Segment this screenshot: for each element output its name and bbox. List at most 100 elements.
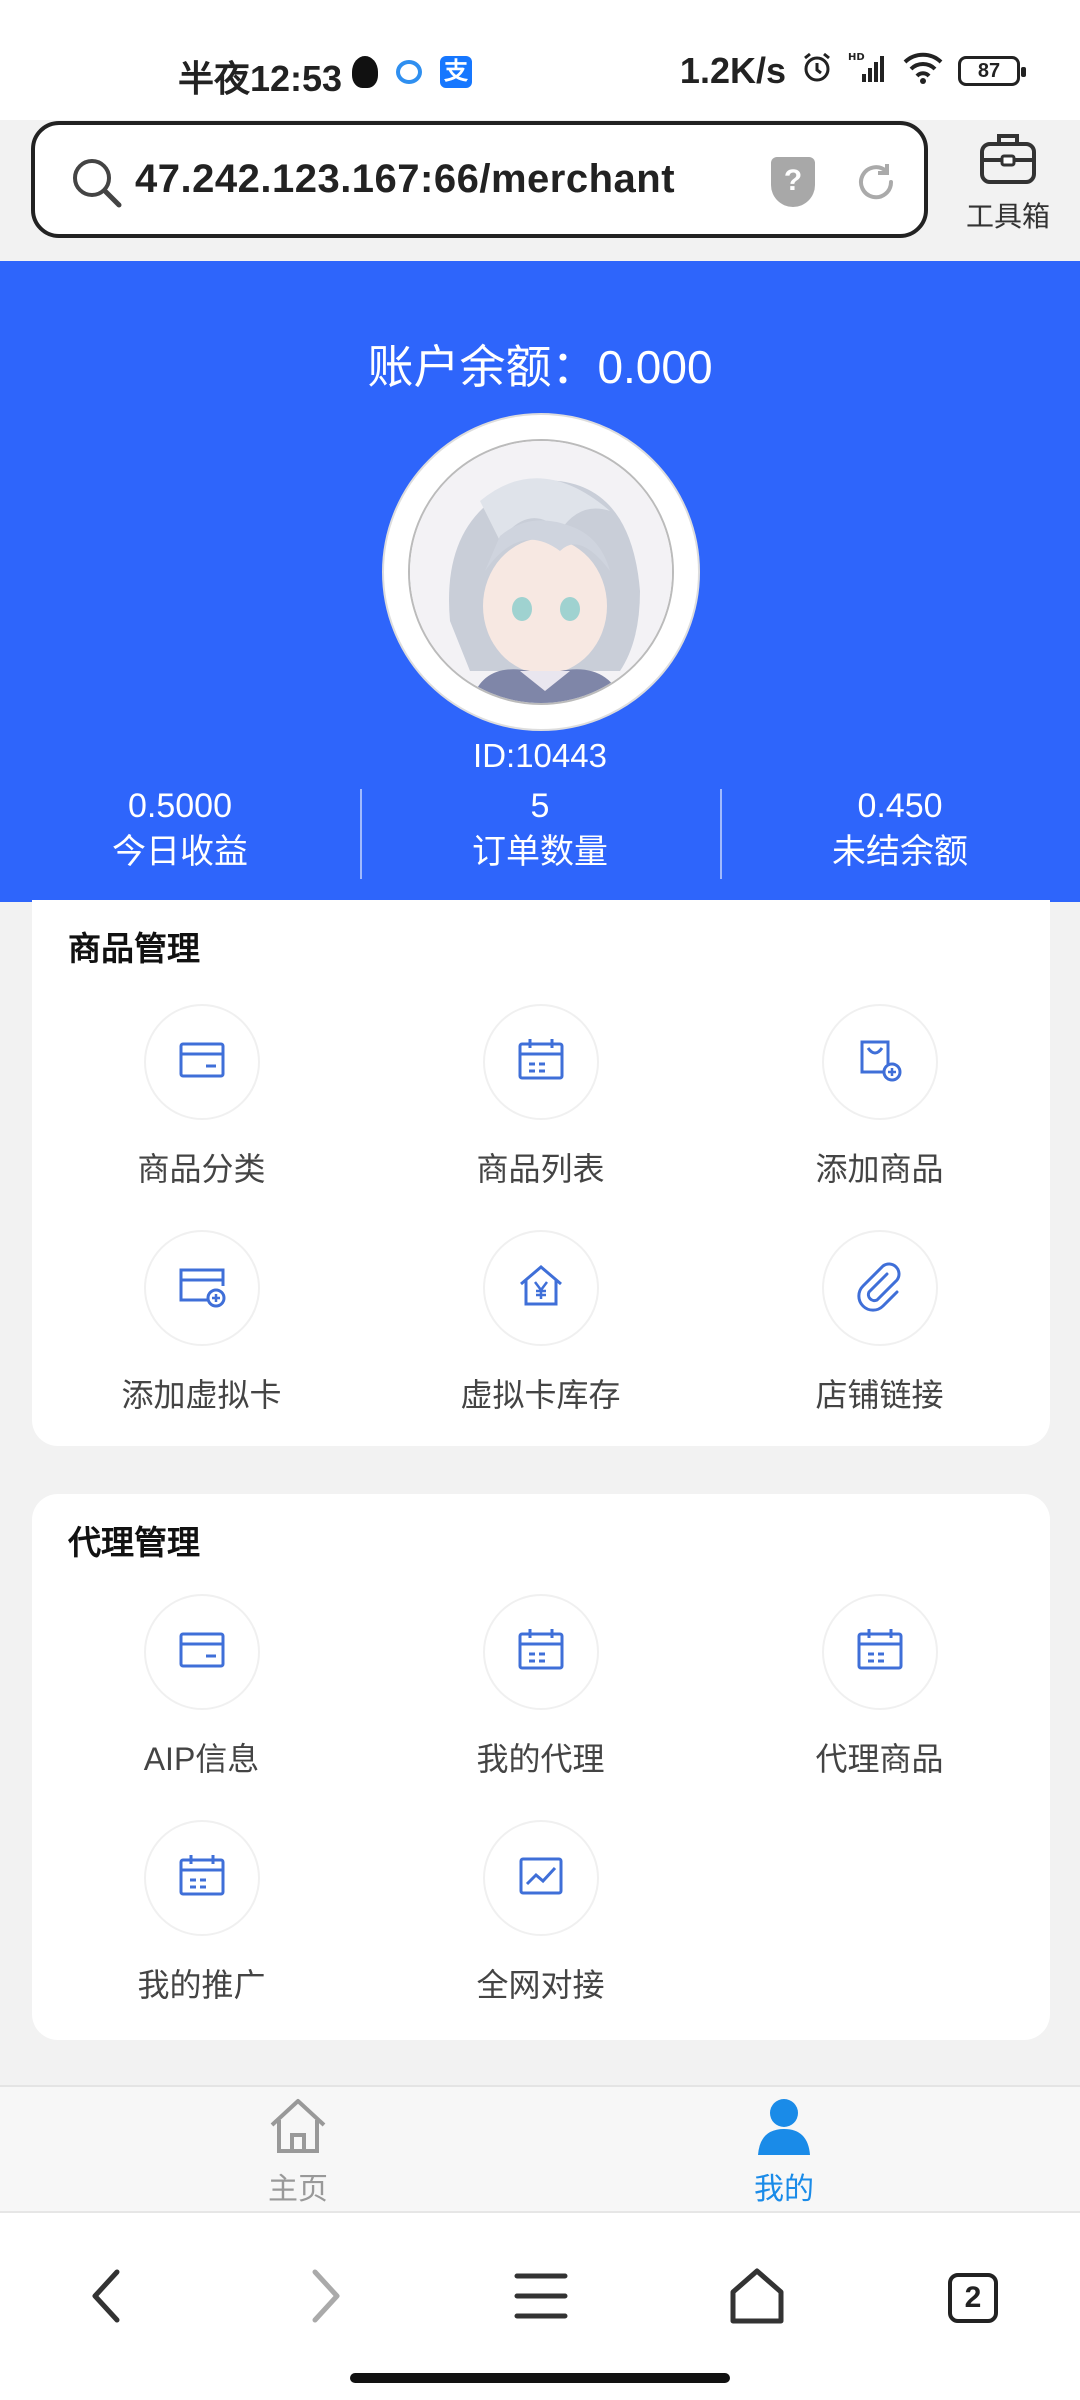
menu-item-label: 商品列表 [476,1151,605,1187]
stat-today-earnings[interactable]: 0.5000 今日收益 [0,783,360,883]
browser-navigation: 2 [0,2211,1080,2400]
hamburger-icon [513,2268,569,2329]
menu-item-label: 虚拟卡库存 [460,1377,621,1413]
home-button[interactable] [712,2253,802,2343]
account-header: 账户余额：0.000 ID:10443 0.5000 今日收益 5 订单数量 0… [0,261,1080,902]
status-time: 半夜12:53 [178,58,343,99]
paperclip-icon [854,1260,906,1317]
card-icon [176,1034,228,1091]
chevron-left-icon [87,2266,127,2331]
menu-item-goods-list[interactable]: 商品列表 [371,1004,710,1190]
home-icon [266,2099,330,2161]
icon-wrapper [143,1820,260,1936]
yuan-house-icon [515,1260,567,1317]
menu-item-my-agents[interactable]: 我的代理 [371,1594,710,1780]
icon-wrapper [821,1004,938,1120]
back-button[interactable] [62,2253,152,2343]
user-id: ID:10443 [473,737,607,774]
menu-item-goods-category[interactable]: 商品分类 [32,1004,371,1190]
menu-item-label: 店铺链接 [815,1377,944,1413]
menu-item-agent-goods[interactable]: 代理商品 [710,1594,1049,1780]
section-title: 商品管理 [68,930,200,967]
agent-management-card: 代理管理 AIP信息 我的代理 代理商品 我的推广 全网对接 [32,1494,1050,2040]
menu-item-label: 商品分类 [137,1151,266,1187]
goods-management-card: 商品管理 商品分类 商品列表 添加商品 添加虚拟卡 虚拟卡库存 店铺链接 [32,900,1050,1446]
menu-item-add-virtual-card[interactable]: 添加虚拟卡 [32,1230,371,1416]
calendar-icon [515,1624,567,1681]
tab-label: 主页 [268,2173,328,2206]
status-indicators: 1.2K/s HD 87 [679,50,1026,92]
menu-button[interactable] [496,2253,586,2343]
home-indicator[interactable] [350,2373,730,2383]
stat-label: 今日收益 [112,833,248,871]
icon-wrapper [482,1820,599,1936]
calendar-icon [854,1624,906,1681]
menu-item-label: 我的代理 [476,1741,605,1777]
tab-mine[interactable]: 我的 [684,2095,884,2208]
calendar-icon [515,1034,567,1091]
hd-signal-icon: HD [848,50,888,92]
icon-wrapper [821,1594,938,1710]
menu-item-my-promotion[interactable]: 我的推广 [32,1820,371,2006]
icon-wrapper [143,1004,260,1120]
svg-text:HD: HD [848,52,865,63]
chevron-right-icon [305,2266,345,2331]
menu-item-label: 添加虚拟卡 [121,1377,282,1413]
security-shield-icon[interactable]: ? [771,157,815,207]
network-speed: 1.2K/s [679,50,786,91]
icon-wrapper [821,1230,938,1346]
toolbox-button[interactable]: 工具箱 [960,128,1056,235]
card-icon [176,1624,228,1681]
icon-wrapper [143,1230,260,1346]
menu-item-label: 代理商品 [815,1741,944,1777]
menu-item-add-goods[interactable]: 添加商品 [710,1004,1049,1190]
stats-row: 0.5000 今日收益 5 订单数量 0.450 未结余额 [0,783,1080,883]
tab-label: 我的 [754,2173,814,2206]
status-bar: 半夜12:53 支 1.2K/s HD 87 [0,0,1080,120]
icon-wrapper [482,1230,599,1346]
menu-item-label: 全网对接 [476,1967,605,2003]
messages-icon [396,60,422,84]
stat-value: 5 [530,787,550,825]
url-text[interactable]: 47.242.123.167:66/merchant [135,157,675,202]
stat-value: 0.450 [857,787,943,825]
reload-icon[interactable] [853,159,899,210]
add-bag-icon [854,1034,906,1091]
tab-home[interactable]: 主页 [198,2095,398,2208]
icon-wrapper [143,1594,260,1710]
house-icon [727,2266,787,2331]
bottom-tab-bar: 主页 我的 [0,2085,1080,2211]
tabs-button[interactable]: 2 [928,2253,1018,2343]
user-icon [752,2099,816,2161]
tabs-count: 2 [948,2273,998,2323]
address-bar[interactable]: 47.242.123.167:66/merchant ? [31,121,928,238]
forward-button[interactable] [280,2253,370,2343]
stat-order-count[interactable]: 5 订单数量 [360,783,720,883]
wifi-icon [902,50,944,92]
stat-unsettled-balance[interactable]: 0.450 未结余额 [720,783,1080,883]
menu-item-label: AIP信息 [143,1741,260,1777]
menu-item-label: 我的推广 [137,1967,266,2003]
section-title: 代理管理 [68,1524,200,1561]
avatar-frame [382,413,700,731]
menu-item-aip-info[interactable]: AIP信息 [32,1594,371,1780]
account-balance: 账户余额：0.000 [367,341,713,393]
stat-label: 订单数量 [472,833,608,871]
stat-label: 未结余额 [832,833,968,871]
menu-item-virtual-card-stock[interactable]: 虚拟卡库存 [371,1230,710,1416]
stat-value: 0.5000 [128,787,232,825]
menu-item-network-docking[interactable]: 全网对接 [371,1820,710,2006]
battery-icon: 87 [958,56,1026,86]
qq-icon [352,56,378,88]
icon-wrapper [482,1594,599,1710]
icon-wrapper [482,1004,599,1120]
notification-icons: 支 [352,56,472,88]
toolbox-icon [977,134,1039,190]
chart-icon [515,1850,567,1907]
toolbox-label: 工具箱 [965,201,1050,232]
calendar-icon [176,1850,228,1907]
menu-item-label: 添加商品 [815,1151,944,1187]
alipay-icon: 支 [440,56,472,88]
menu-item-shop-link[interactable]: 店铺链接 [710,1230,1049,1416]
avatar[interactable] [408,439,674,705]
